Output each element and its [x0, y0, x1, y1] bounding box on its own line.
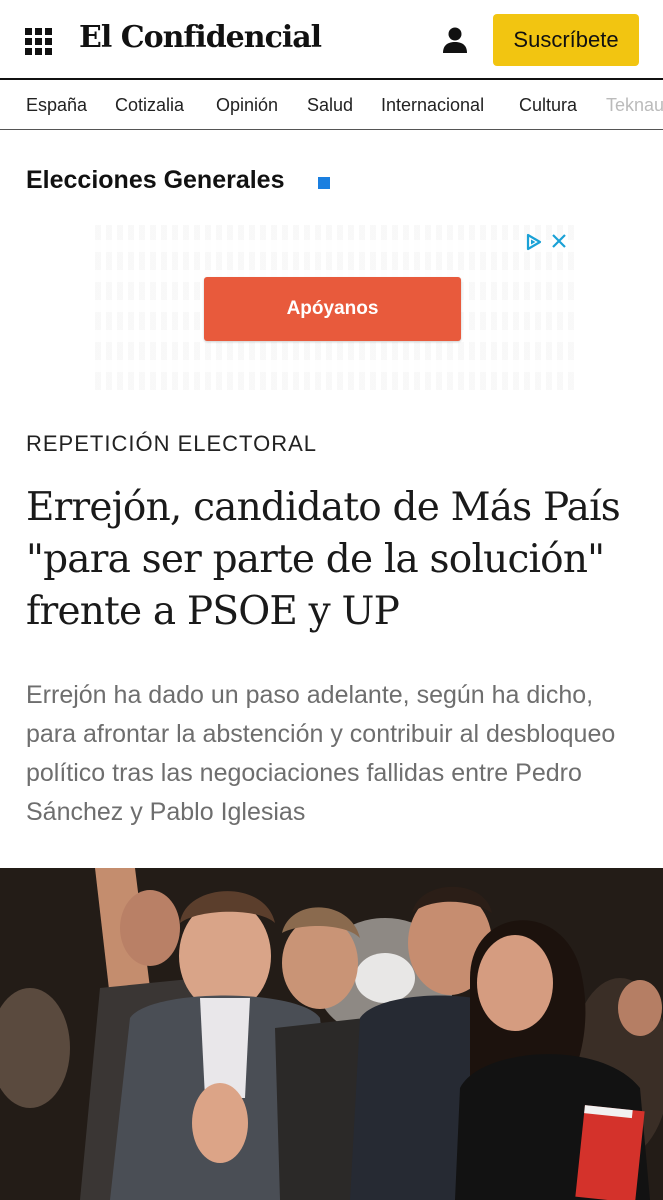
article-photo[interactable]: [0, 868, 663, 1200]
nav-item-cotizalia[interactable]: Cotizalia: [115, 95, 184, 116]
nav-item-internacional[interactable]: Internacional: [381, 95, 484, 116]
user-icon[interactable]: [441, 26, 469, 54]
site-header: El Confidencial Suscríbete: [0, 0, 663, 80]
nav-item-cultura[interactable]: Cultura: [519, 95, 577, 116]
ad-choices-icon[interactable]: [525, 233, 543, 251]
ad-support-button[interactable]: Apóyanos: [204, 277, 461, 341]
section-title[interactable]: Elecciones Generales: [26, 166, 284, 195]
site-logo[interactable]: El Confidencial: [79, 20, 322, 55]
nav-item-opinion[interactable]: Opinión: [216, 95, 278, 116]
article-kicker[interactable]: REPETICIÓN ELECTORAL: [26, 431, 317, 457]
nav-item-teknautas[interactable]: Teknautas: [606, 95, 663, 116]
nav-item-espana[interactable]: España: [26, 95, 87, 116]
section-nav: España Cotizalia Opinión Salud Internaci…: [0, 80, 663, 130]
section-square-icon: [318, 177, 330, 189]
article-headline[interactable]: Errejón, candidato de Más País "para ser…: [26, 482, 636, 638]
article-summary: Errejón ha dado un paso adelante, según …: [26, 681, 616, 826]
ad-close-icon[interactable]: [551, 233, 567, 249]
article-photo-illustration: [0, 868, 663, 1200]
ad-banner[interactable]: Apóyanos: [95, 225, 575, 390]
subscribe-button[interactable]: Suscríbete: [493, 14, 639, 66]
grid-menu-icon[interactable]: [25, 28, 52, 55]
nav-item-salud[interactable]: Salud: [307, 95, 353, 116]
